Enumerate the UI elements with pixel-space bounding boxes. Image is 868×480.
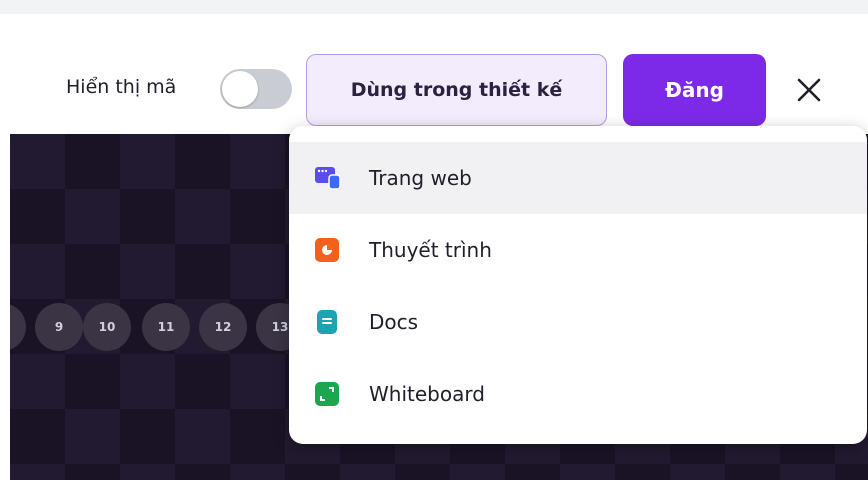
presentation-icon — [315, 238, 339, 262]
website-icon — [315, 166, 341, 190]
post-button[interactable]: Đăng — [623, 54, 766, 126]
menu-item-label: Docs — [369, 310, 419, 334]
page-number-pill: 10 — [83, 303, 131, 351]
menu-item-label: Thuyết trình — [369, 238, 492, 262]
page-number-pill: 9 — [35, 303, 83, 351]
menu-item-docs[interactable]: Docs — [289, 286, 867, 358]
page-number-pill: 12 — [199, 303, 247, 351]
toggle-knob — [222, 71, 258, 107]
menu-item-label: Trang web — [369, 166, 472, 190]
top-strip — [0, 0, 868, 14]
show-code-label: Hiển thị mã — [66, 76, 177, 98]
use-in-design-button[interactable]: Dùng trong thiết kế — [306, 54, 607, 126]
menu-item-presentation[interactable]: Thuyết trình — [289, 214, 867, 286]
menu-item-label: Whiteboard — [369, 382, 485, 406]
show-code-toggle[interactable] — [220, 69, 292, 109]
page-number-pill: 11 — [142, 303, 190, 351]
menu-item-website[interactable]: Trang web — [289, 142, 867, 214]
whiteboard-icon — [315, 382, 339, 406]
use-in-design-menu: Trang web Thuyết trình Docs Whiteboard — [289, 126, 867, 444]
close-icon[interactable] — [791, 72, 827, 108]
share-header: Hiển thị mã Dùng trong thiết kế Đăng — [0, 14, 868, 134]
docs-icon — [317, 310, 337, 334]
menu-item-whiteboard[interactable]: Whiteboard — [289, 358, 867, 430]
